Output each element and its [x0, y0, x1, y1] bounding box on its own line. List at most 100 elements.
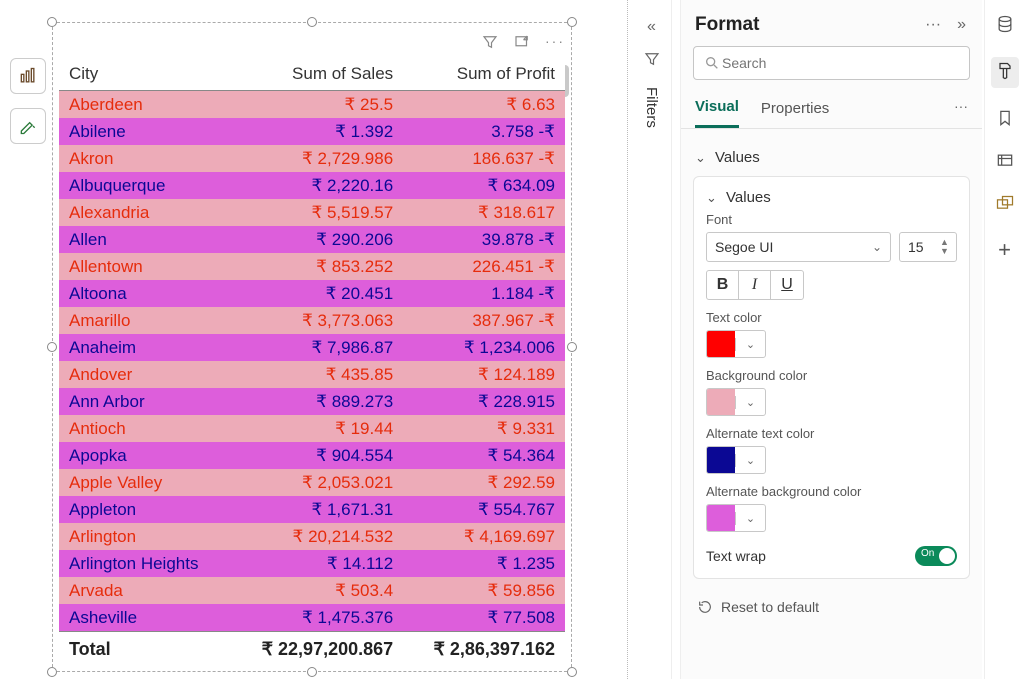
stepper-arrows[interactable]: ▲▼	[940, 238, 956, 256]
add-visual-button[interactable]	[10, 58, 46, 94]
resize-handle[interactable]	[567, 17, 577, 27]
toggle-on-label: On	[921, 548, 934, 559]
tab-visual[interactable]: Visual	[695, 90, 739, 128]
expand-filters-icon[interactable]: «	[647, 18, 656, 36]
collapse-pane-icon[interactable]: »	[953, 16, 970, 34]
resize-handle[interactable]	[47, 17, 57, 27]
table-row[interactable]: Apopka₹ 904.554₹ 54.364	[59, 442, 565, 469]
text-color-dropdown[interactable]: ⌄	[706, 330, 766, 358]
resize-handle[interactable]	[567, 667, 577, 677]
bookmarks-icon[interactable]	[995, 108, 1015, 131]
table-cell: ₹ 19.44	[230, 415, 403, 442]
add-pane-icon[interactable]: +	[998, 237, 1011, 263]
table-cell: ₹ 124.189	[403, 361, 565, 388]
table-visual: City Sum of Sales Sum of Profit Aberdeen…	[59, 59, 565, 665]
filter-funnel-icon[interactable]	[643, 50, 661, 71]
table-row[interactable]: Allen₹ 290.20639.878 -₹	[59, 226, 565, 253]
table-cell: Ann Arbor	[59, 388, 230, 415]
table-row[interactable]: Arvada₹ 503.4₹ 59.856	[59, 577, 565, 604]
text-wrap-toggle[interactable]: On	[915, 546, 957, 566]
table-cell: Abilene	[59, 118, 230, 145]
font-size-stepper[interactable]: 15 ▲▼	[899, 232, 957, 262]
values-card-header[interactable]: ⌄ Values	[706, 189, 957, 210]
font-family-value: Segoe UI	[715, 239, 773, 255]
table-cell: Alexandria	[59, 199, 230, 226]
font-family-dropdown[interactable]: Segoe UI ⌄	[706, 232, 891, 262]
alt-text-color-dropdown[interactable]: ⌄	[706, 446, 766, 474]
reset-to-default[interactable]: Reset to default	[693, 589, 970, 625]
table-row[interactable]: Andover₹ 435.85₹ 124.189	[59, 361, 565, 388]
more-icon[interactable]: ···	[921, 16, 945, 34]
more-options-icon[interactable]: ···	[545, 33, 565, 54]
table-row[interactable]: Arlington Heights₹ 14.112₹ 1.235	[59, 550, 565, 577]
table-row[interactable]: Akron₹ 2,729.986186.637 -₹	[59, 145, 565, 172]
italic-button[interactable]: I	[739, 271, 771, 299]
font-size-value: 15	[900, 239, 940, 255]
filter-icon[interactable]	[481, 33, 499, 54]
format-search-input[interactable]	[720, 54, 959, 72]
table-row[interactable]: Asheville₹ 1,475.376₹ 77.508	[59, 604, 565, 632]
table-row[interactable]: Antioch₹ 19.44₹ 9.331	[59, 415, 565, 442]
table-row[interactable]: Anaheim₹ 7,986.87₹ 1,234.006	[59, 334, 565, 361]
chevron-down-icon: ⌄	[695, 150, 709, 166]
tabs-more-icon[interactable]: ···	[954, 98, 968, 114]
table-cell: ₹ 1,475.376	[230, 604, 403, 632]
alt-bg-color-dropdown[interactable]: ⌄	[706, 504, 766, 532]
format-search[interactable]	[693, 46, 970, 80]
format-body: ⌄ Values ⌄ Values Font Segoe UI ⌄ 15 ▲▼ …	[681, 129, 982, 679]
column-header[interactable]: Sum of Sales	[230, 59, 403, 91]
column-header[interactable]: City	[59, 59, 230, 91]
chevron-down-icon: ⌄	[735, 338, 765, 351]
resize-handle[interactable]	[307, 667, 317, 677]
table-row[interactable]: Ann Arbor₹ 889.273₹ 228.915	[59, 388, 565, 415]
edit-tool-button[interactable]	[10, 108, 46, 144]
table-cell: ₹ 1.392	[230, 118, 403, 145]
chevron-down-icon: ⌄	[735, 512, 765, 525]
table-visual-selection[interactable]: ··· City Sum of Sales Sum of Profit Aber…	[52, 22, 572, 672]
bold-button[interactable]: B	[707, 271, 739, 299]
table-cell: Allentown	[59, 253, 230, 280]
table-cell: Anaheim	[59, 334, 230, 361]
sync-slicers-icon[interactable]	[995, 194, 1015, 217]
table-cell: ₹ 1,234.006	[403, 334, 565, 361]
focus-mode-icon[interactable]	[513, 33, 531, 54]
underline-button[interactable]: U	[771, 271, 803, 299]
table-row[interactable]: Allentown₹ 853.252226.451 -₹	[59, 253, 565, 280]
bg-color-dropdown[interactable]: ⌄	[706, 388, 766, 416]
table-cell: ₹ 1.235	[403, 550, 565, 577]
total-sales: ₹ 22,97,200.867	[230, 632, 403, 666]
table-cell: ₹ 9.331	[403, 415, 565, 442]
table-row[interactable]: Amarillo₹ 3,773.063387.967 -₹	[59, 307, 565, 334]
values-section-header[interactable]: ⌄ Values	[693, 139, 970, 176]
table-cell: ₹ 634.09	[403, 172, 565, 199]
text-wrap-label: Text wrap	[706, 548, 766, 564]
filters-label[interactable]: Filters	[643, 87, 660, 128]
table-cell: ₹ 77.508	[403, 604, 565, 632]
table-row[interactable]: Abilene₹ 1.3923.758 -₹	[59, 118, 565, 145]
table-row[interactable]: Altoona₹ 20.4511.184 -₹	[59, 280, 565, 307]
table-row[interactable]: Aberdeen₹ 25.5₹ 6.63	[59, 91, 565, 119]
table-row[interactable]: Appleton₹ 1,671.31₹ 554.767	[59, 496, 565, 523]
table-cell: 3.758 -₹	[403, 118, 565, 145]
tab-properties[interactable]: Properties	[761, 92, 829, 127]
table-row[interactable]: Albuquerque₹ 2,220.16₹ 634.09	[59, 172, 565, 199]
table-row[interactable]: Arlington₹ 20,214.532₹ 4,169.697	[59, 523, 565, 550]
chevron-down-icon: ⌄	[735, 454, 765, 467]
resize-handle[interactable]	[47, 342, 57, 352]
table-cell: ₹ 20,214.532	[230, 523, 403, 550]
table-cell: ₹ 6.63	[403, 91, 565, 119]
resize-handle[interactable]	[47, 667, 57, 677]
resize-handle[interactable]	[307, 17, 317, 27]
resize-handle[interactable]	[567, 342, 577, 352]
chevron-down-icon: ⌄	[872, 240, 882, 254]
font-style-group: B I U	[706, 270, 804, 300]
alt-text-color-swatch	[707, 447, 735, 473]
column-header[interactable]: Sum of Profit	[403, 59, 565, 91]
table-cell: Andover	[59, 361, 230, 388]
table-cell: ₹ 503.4	[230, 577, 403, 604]
table-row[interactable]: Apple Valley₹ 2,053.021₹ 292.59	[59, 469, 565, 496]
selection-pane-icon[interactable]	[995, 151, 1015, 174]
table-row[interactable]: Alexandria₹ 5,519.57₹ 318.617	[59, 199, 565, 226]
data-pane-icon[interactable]	[995, 14, 1015, 37]
format-pane-icon[interactable]	[991, 57, 1019, 88]
